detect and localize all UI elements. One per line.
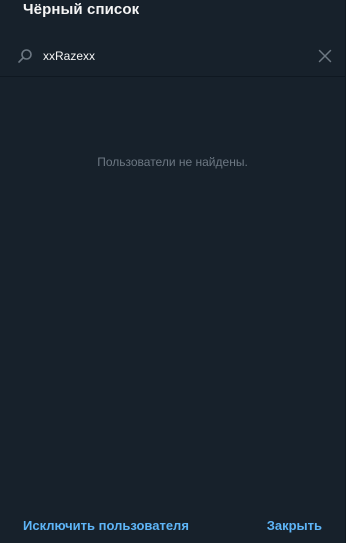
close-icon — [318, 49, 332, 63]
search-bar — [0, 36, 345, 76]
search-input[interactable] — [43, 45, 303, 67]
unblock-user-button[interactable]: Исключить пользователя — [23, 517, 189, 534]
blacklist-dialog: Чёрный список Пользователи не найдены. И… — [0, 0, 346, 543]
dialog-title: Чёрный список — [23, 1, 140, 18]
divider — [0, 76, 345, 77]
empty-state-message: Пользователи не найдены. — [97, 155, 248, 169]
search-icon — [17, 48, 33, 64]
close-button[interactable]: Закрыть — [267, 517, 322, 534]
clear-search-button[interactable] — [314, 45, 336, 67]
